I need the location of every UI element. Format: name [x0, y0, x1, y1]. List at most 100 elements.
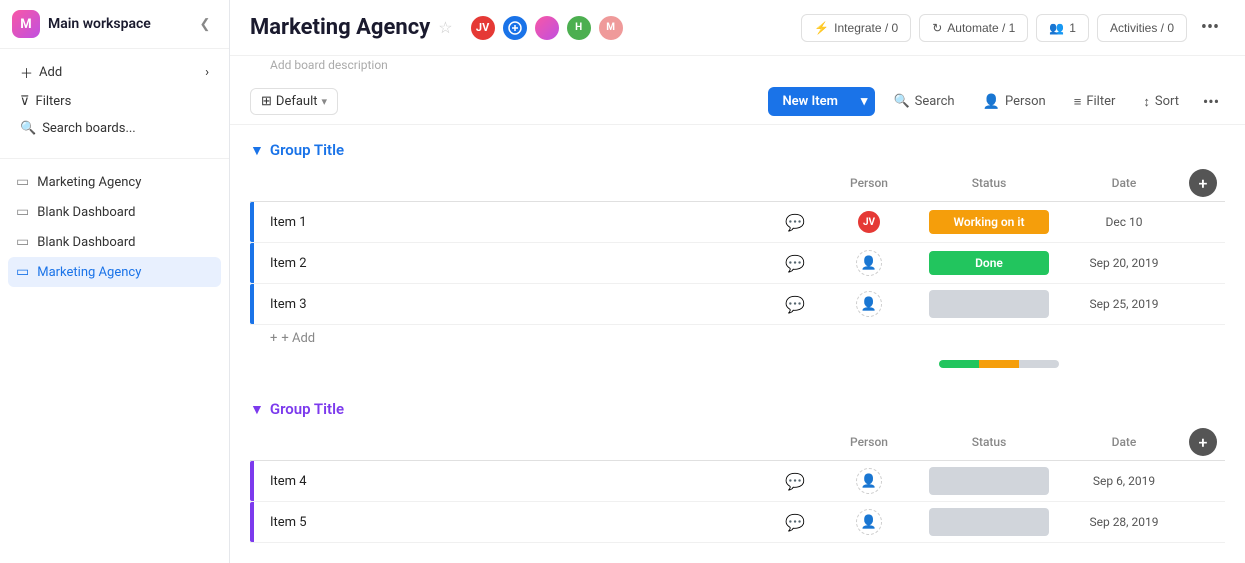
sidebar-collapse-button[interactable]: ❮	[193, 12, 217, 36]
person-label: Person	[1005, 94, 1046, 109]
group-1-table-header: Person Status Date +	[250, 165, 1225, 202]
add-button[interactable]: ＋ Add ›	[10, 57, 219, 88]
row-bar	[250, 461, 254, 501]
person-filter-button[interactable]: 👤 Person	[973, 89, 1056, 115]
automate-icon: ↻	[932, 21, 942, 35]
people-icon: 👥	[1049, 21, 1064, 35]
row-chat[interactable]: 💬	[771, 213, 819, 232]
sidebar-divider	[0, 158, 229, 159]
avatar-group: JV H M	[469, 14, 625, 42]
filter-label: Filter	[1086, 94, 1115, 109]
board-icon: ▭	[16, 264, 29, 280]
group-1-chevron[interactable]: ▼	[250, 142, 264, 159]
activities-button[interactable]: Activities / 0	[1097, 14, 1187, 42]
row-date: Sep 25, 2019	[1059, 297, 1189, 311]
search-icon: 🔍	[20, 121, 36, 136]
automate-button[interactable]: ↻ Automate / 1	[919, 14, 1028, 42]
group-2-chevron[interactable]: ▼	[250, 401, 264, 418]
row-item-name[interactable]: Item 1	[270, 211, 771, 234]
chat-icon[interactable]: 💬	[785, 295, 805, 314]
row-bar	[250, 202, 254, 242]
row-item-name[interactable]: Item 5	[270, 511, 771, 534]
col-person-header: Person	[819, 435, 919, 449]
plus-icon: ＋	[20, 63, 33, 82]
row-date: Sep 6, 2019	[1059, 474, 1189, 488]
board-title-area: Marketing Agency ☆ JV H M	[250, 14, 625, 42]
avatar-blue	[501, 14, 529, 42]
row-status[interactable]	[919, 508, 1059, 536]
avatar: JV	[856, 209, 882, 235]
filter-icon: ⊽	[20, 94, 30, 109]
integrate-button[interactable]: ⚡ Integrate / 0	[801, 14, 911, 42]
row-chat[interactable]: 💬	[771, 472, 819, 491]
row-date: Dec 10	[1059, 215, 1189, 229]
star-icon[interactable]: ☆	[438, 18, 452, 37]
row-person[interactable]: JV	[819, 209, 919, 235]
nav-item-label: Blank Dashboard	[37, 235, 135, 250]
sidebar-item-marketing-agency-1[interactable]: ▭ Marketing Agency	[8, 167, 221, 197]
row-person[interactable]: 👤	[819, 291, 919, 317]
search-button[interactable]: 🔍 Search	[883, 89, 964, 114]
empty-person-icon: 👤	[856, 291, 882, 317]
chat-icon[interactable]: 💬	[785, 513, 805, 532]
progress-working	[979, 360, 1019, 368]
nav-item-label: Marketing Agency	[37, 265, 141, 280]
view-selector[interactable]: ⊞ Default ▾	[250, 88, 338, 115]
invite-button[interactable]: 👥 1	[1036, 14, 1089, 42]
sidebar-actions: ＋ Add › ⊽ Filters 🔍 Search boards...	[0, 49, 229, 150]
invite-label: 1	[1069, 21, 1076, 35]
add-column-button[interactable]: +	[1189, 169, 1217, 197]
search-boards-button[interactable]: 🔍 Search boards...	[10, 115, 219, 142]
new-item-button[interactable]: New Item ▾	[768, 87, 875, 116]
row-status[interactable]: Done	[919, 251, 1059, 275]
chat-icon[interactable]: 💬	[785, 472, 805, 491]
filters-button[interactable]: ⊽ Filters	[10, 88, 219, 115]
avatar-pink	[533, 14, 561, 42]
table-row: Item 2 💬 👤 Done Sep 20, 2019	[250, 243, 1225, 284]
row-status[interactable]	[919, 290, 1059, 318]
chat-icon[interactable]: 💬	[785, 254, 805, 273]
row-item-name[interactable]: Item 4	[270, 470, 771, 493]
row-chat[interactable]: 💬	[771, 513, 819, 532]
col-date-header: Date	[1059, 176, 1189, 190]
new-item-arrow-icon[interactable]: ▾	[853, 87, 876, 116]
table-row: Item 5 💬 👤 Sep 28, 2019	[250, 502, 1225, 543]
search-boards-label: Search boards...	[42, 121, 136, 136]
row-item-name[interactable]: Item 3	[270, 293, 771, 316]
filter-button[interactable]: ≡ Filter	[1064, 89, 1126, 115]
board-description[interactable]: Add board description	[250, 58, 408, 72]
sidebar-item-marketing-agency-2[interactable]: ▭ Marketing Agency	[8, 257, 221, 287]
avatar-jv: JV	[469, 14, 497, 42]
row-date: Sep 28, 2019	[1059, 515, 1189, 529]
automate-label: Automate / 1	[947, 21, 1015, 35]
add-column-button[interactable]: +	[1189, 428, 1217, 456]
row-person[interactable]: 👤	[819, 468, 919, 494]
sidebar-item-blank-dashboard-2[interactable]: ▭ Blank Dashboard	[8, 227, 221, 257]
add-icon: +	[270, 331, 277, 346]
row-status[interactable]: Working on it	[919, 210, 1059, 234]
col-add-header[interactable]: +	[1189, 428, 1225, 456]
add-item-row[interactable]: + + Add	[250, 325, 1225, 352]
sort-button[interactable]: ↕ Sort	[1133, 89, 1189, 115]
group-1-title[interactable]: Group Title	[270, 141, 344, 159]
row-status[interactable]	[919, 467, 1059, 495]
row-person[interactable]: 👤	[819, 250, 919, 276]
activities-label: Activities / 0	[1110, 21, 1174, 35]
table-row: Item 4 💬 👤 Sep 6, 2019	[250, 461, 1225, 502]
board-content: ▼ Group Title Person Status Date + Item …	[230, 125, 1245, 563]
add-label: + Add	[281, 331, 315, 346]
row-chat[interactable]: 💬	[771, 295, 819, 314]
view-label: Default	[276, 94, 318, 109]
topbar-actions: ⚡ Integrate / 0 ↻ Automate / 1 👥 1 Activ…	[801, 13, 1225, 43]
col-add-header[interactable]: +	[1189, 169, 1225, 197]
row-person[interactable]: 👤	[819, 509, 919, 535]
sidebar-item-blank-dashboard-1[interactable]: ▭ Blank Dashboard	[8, 197, 221, 227]
row-item-name[interactable]: Item 2	[270, 252, 771, 275]
more-options-button[interactable]: •••	[1195, 13, 1225, 43]
group-2-title[interactable]: Group Title	[270, 400, 344, 418]
row-chat[interactable]: 💬	[771, 254, 819, 273]
chat-icon[interactable]: 💬	[785, 213, 805, 232]
toolbar-more-button[interactable]: •••	[1197, 88, 1225, 116]
avatar-green: H	[565, 14, 593, 42]
integrate-label: Integrate / 0	[834, 21, 898, 35]
